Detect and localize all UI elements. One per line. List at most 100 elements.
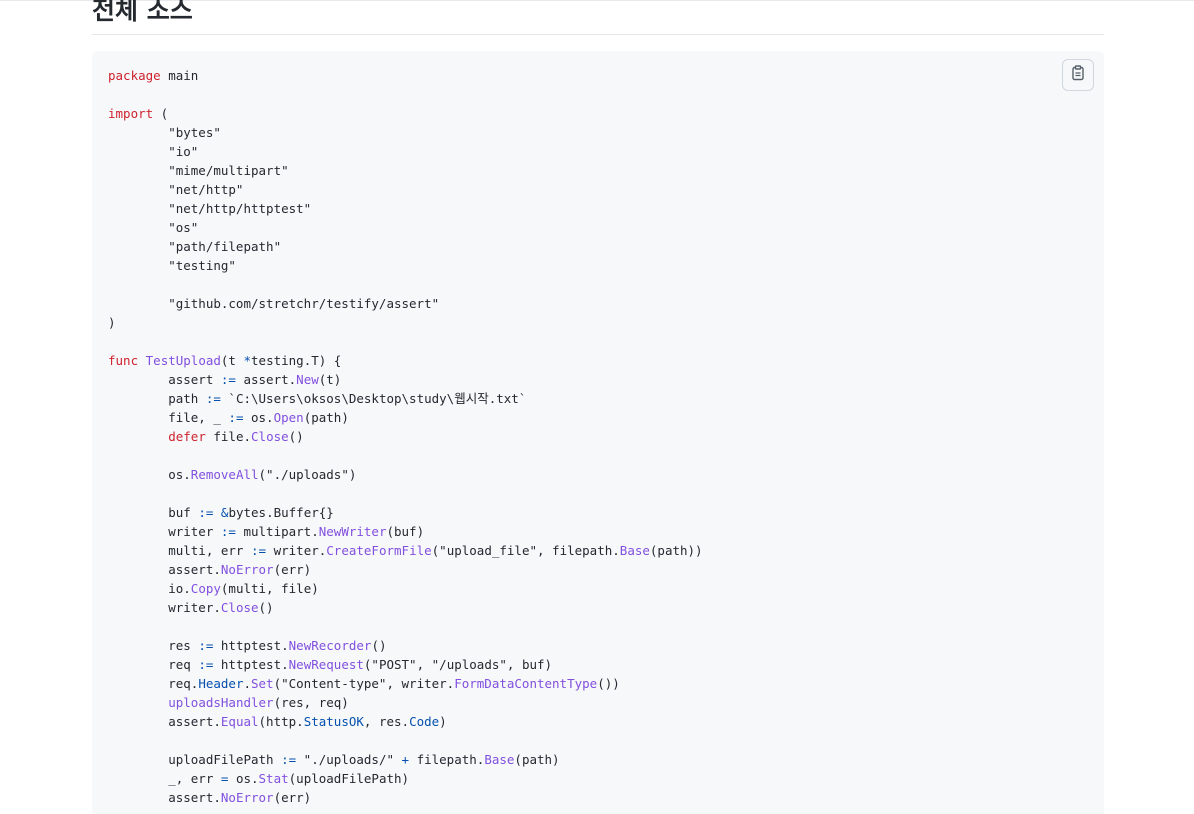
code-token: os.: [108, 467, 191, 482]
code-token: testing.T) {: [251, 353, 342, 368]
code-token: Stat: [258, 771, 289, 786]
code-token: writer: [108, 524, 221, 539]
code-line: assert.NoError(err): [108, 560, 703, 579]
code-token: Code: [409, 714, 440, 729]
code-token: uploadFilePath: [108, 752, 282, 767]
code-token: ("upload_file", filepath.: [431, 543, 620, 558]
code-token: assert.: [108, 790, 221, 805]
code-line: "io": [108, 142, 703, 161]
code-line: "os": [108, 218, 703, 237]
code-token: (res, req): [273, 695, 349, 710]
code-content: package main ​ import ( "bytes" "io" "mime…: [108, 66, 703, 807]
code-line: buf := &bytes.Buffer{}: [108, 503, 703, 522]
code-token: "os": [108, 220, 199, 235]
code-token: main: [160, 68, 199, 83]
code-token: ("Content-type", writer.: [273, 676, 455, 691]
code-token: import: [108, 106, 154, 121]
copy-code-button[interactable]: [1062, 59, 1094, 91]
code-line: assert.Equal(http.StatusOK, res.Code): [108, 712, 703, 731]
code-token: "./uploads/": [296, 752, 402, 767]
code-token: writer.: [266, 543, 327, 558]
code-token: New: [296, 372, 319, 387]
code-token: ("./uploads"): [258, 467, 357, 482]
code-line: uploadFilePath := "./uploads/" + filepat…: [108, 750, 703, 769]
code-token: StatusOK: [303, 714, 364, 729]
code-token: ): [108, 315, 116, 330]
code-line: ​: [108, 85, 703, 104]
code-token: (path): [303, 410, 349, 425]
code-token: "net/http/httptest": [108, 201, 312, 216]
code-token: (t: [220, 353, 244, 368]
code-line: ​: [108, 617, 703, 636]
code-token: Copy: [190, 581, 221, 596]
code-line: ​: [108, 446, 703, 465]
code-token: multi, err: [108, 543, 251, 558]
code-token: FormDataContentType: [454, 676, 598, 691]
code-token: (: [153, 106, 169, 121]
code-token: filepath.: [409, 752, 485, 767]
code-line: defer file.Close(): [108, 427, 703, 446]
code-token: :=: [228, 410, 244, 425]
code-token: package: [108, 68, 161, 83]
code-line: "github.com/stretchr/testify/assert": [108, 294, 703, 313]
code-token: res: [108, 638, 199, 653]
code-token: "net/http": [108, 182, 244, 197]
code-token: path: [108, 391, 206, 406]
code-line: "mime/multipart": [108, 161, 703, 180]
code-line: io.Copy(multi, file): [108, 579, 703, 598]
code-line: req := httptest.NewRequest("POST", "/upl…: [108, 655, 703, 674]
code-token: Base: [484, 752, 515, 767]
code-line: assert := assert.New(t): [108, 370, 703, 389]
code-line: os.RemoveAll("./uploads"): [108, 465, 703, 484]
code-line: ​: [108, 332, 703, 351]
code-line: res := httptest.NewRecorder(): [108, 636, 703, 655]
heading-divider: [92, 34, 1104, 35]
code-token: :=: [205, 391, 221, 406]
code-token: ("POST", "/uploads", buf): [363, 657, 553, 672]
code-line: uploadsHandler(res, req): [108, 693, 703, 712]
code-token: assert.: [108, 714, 221, 729]
code-line: ): [108, 313, 703, 332]
code-token: Open: [273, 410, 304, 425]
code-line: writer := multipart.NewWriter(buf): [108, 522, 703, 541]
code-token: assert.: [235, 372, 297, 387]
code-token: httptest.: [213, 638, 289, 653]
code-token: (buf): [386, 524, 425, 539]
code-token: os.: [228, 771, 259, 786]
code-token: (path): [514, 752, 560, 767]
code-token: :=: [198, 505, 214, 520]
code-token: .: [243, 676, 251, 691]
code-token: req: [108, 657, 199, 672]
code-token: (err): [273, 790, 312, 805]
code-line: "net/http": [108, 180, 703, 199]
code-token: assert: [108, 372, 221, 387]
code-token: "path/filepath": [108, 239, 282, 254]
code-token: ()): [597, 676, 620, 691]
code-token: :=: [220, 372, 236, 387]
code-block[interactable]: package main ​ import ( "bytes" "io" "mime…: [92, 51, 1104, 814]
code-token: :=: [198, 638, 214, 653]
code-token: "io": [108, 144, 199, 159]
code-token: Close: [220, 600, 259, 615]
code-token: :=: [251, 543, 267, 558]
code-token: "bytes": [108, 125, 221, 140]
code-token: Set: [251, 676, 274, 691]
code-token: TestUpload: [145, 353, 221, 368]
code-token: NewRecorder: [288, 638, 372, 653]
code-token: (err): [273, 562, 312, 577]
code-token: (multi, file): [220, 581, 319, 596]
code-token: assert.: [108, 562, 221, 577]
code-token: NoError: [220, 562, 274, 577]
code-token: (path)): [649, 543, 703, 558]
code-token: buf: [108, 505, 199, 520]
code-line: path := `C:\Users\oksos\Desktop\study\웹시…: [108, 389, 703, 408]
code-token: defer: [168, 429, 206, 444]
code-token: file, _: [108, 410, 229, 425]
code-token: bytes.Buffer{}: [228, 505, 334, 520]
code-token: file.: [205, 429, 252, 444]
code-line: ​: [108, 484, 703, 503]
code-token: writer.: [108, 600, 221, 615]
code-token: (): [288, 429, 304, 444]
